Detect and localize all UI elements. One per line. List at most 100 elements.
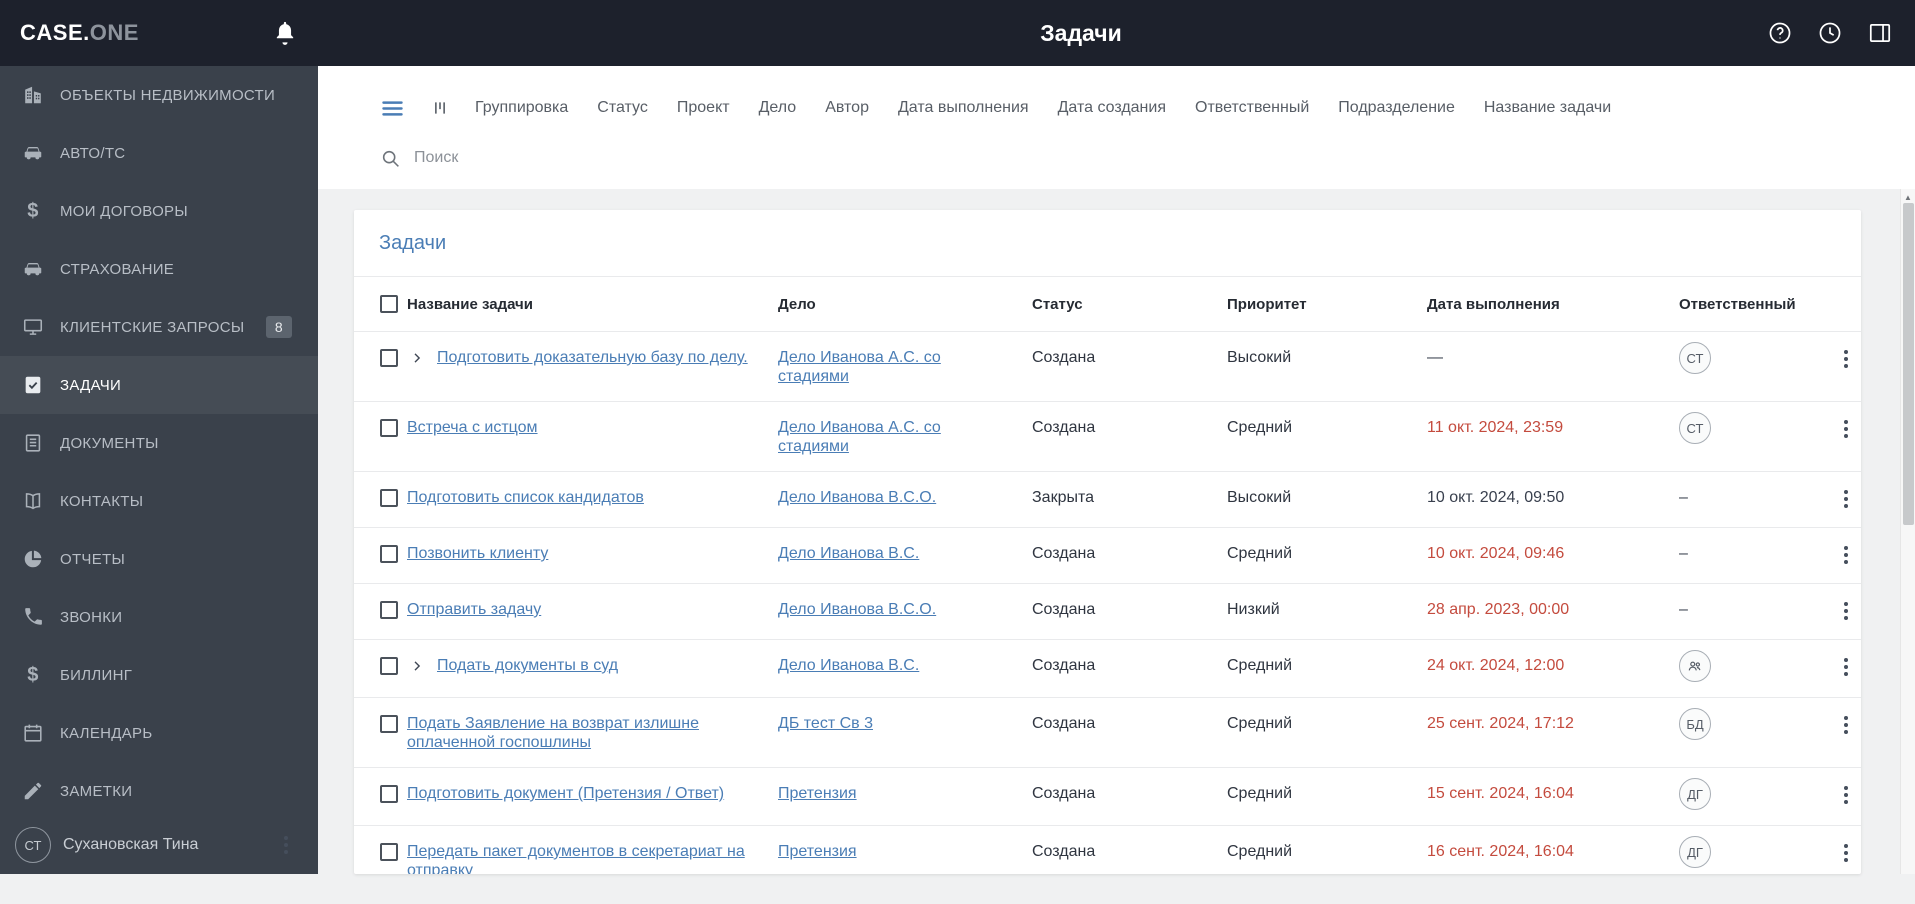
case-link[interactable]: ДБ тест Св 3 <box>778 714 992 733</box>
scrollbar[interactable]: ▲ <box>1900 189 1915 874</box>
row-checkbox[interactable] <box>380 349 398 367</box>
sidebar-item-billing[interactable]: $ БИЛЛИНГ <box>0 646 318 704</box>
pie-icon <box>22 548 44 570</box>
assignee-avatar[interactable]: ДГ <box>1679 836 1711 868</box>
task-title-link[interactable]: Отправить задачу <box>407 600 541 619</box>
row-menu-kebab-icon[interactable] <box>1840 654 1852 680</box>
help-icon[interactable] <box>1767 20 1793 46</box>
sidebar-item-auto[interactable]: АВТО/ТС <box>0 124 318 182</box>
sidebar-item-notes[interactable]: ЗАМЕТКИ <box>0 762 318 820</box>
assignee-avatar[interactable]: БД <box>1679 708 1711 740</box>
filter-2[interactable]: Проект <box>677 99 730 117</box>
sidebar-item-calls[interactable]: ЗВОНКИ <box>0 588 318 646</box>
topbar: CASE. ONE Задачи <box>0 0 1915 66</box>
task-title-link[interactable]: Подготовить документ (Претензия / Ответ) <box>407 784 724 803</box>
notifications-bell-icon[interactable] <box>271 19 299 47</box>
col-header-due-date[interactable]: Дата выполнения <box>1427 296 1679 313</box>
assignee-avatar[interactable]: СТ <box>1679 412 1711 444</box>
case-link[interactable]: Претензия <box>778 784 992 803</box>
task-title-link[interactable]: Позвонить клиенту <box>407 544 548 563</box>
sidebar-item-client-requests[interactable]: КЛИЕНТСКИЕ ЗАПРОСЫ 8 <box>0 298 318 356</box>
case-link[interactable]: Дело Иванова В.С. <box>778 544 992 563</box>
sidebar-nav: ОБЪЕКТЫ НЕДВИЖИМОСТИ АВТО/ТС $ МОИ ДОГОВОРЫ… <box>0 66 318 820</box>
case-link[interactable]: Претензия <box>778 842 992 861</box>
row-checkbox[interactable] <box>380 545 398 563</box>
user-menu-kebab-icon[interactable] <box>280 832 292 858</box>
layout-panel-icon[interactable] <box>1867 20 1893 46</box>
row-checkbox[interactable] <box>380 843 398 861</box>
status-cell: Создана <box>1032 419 1096 436</box>
row-checkbox[interactable] <box>380 657 398 675</box>
sidebar-item-insurance[interactable]: СТРАХОВАНИЕ <box>0 240 318 298</box>
sidebar-item-contracts[interactable]: $ МОИ ДОГОВОРЫ <box>0 182 318 240</box>
priority-cell: Высокий <box>1227 489 1292 506</box>
history-clock-icon[interactable] <box>1817 20 1843 46</box>
row-menu-kebab-icon[interactable] <box>1840 782 1852 808</box>
expand-chevron-icon[interactable] <box>409 658 425 674</box>
scroll-thumb[interactable] <box>1903 203 1914 525</box>
filter-9[interactable]: Название задачи <box>1484 99 1611 117</box>
filter-3[interactable]: Дело <box>759 99 797 117</box>
select-all-checkbox[interactable] <box>380 295 398 313</box>
col-header-status[interactable]: Статус <box>1032 296 1227 313</box>
col-header-case[interactable]: Дело <box>778 296 1032 313</box>
task-title-link[interactable]: Подать Заявление на возврат излишне опла… <box>407 714 748 752</box>
col-header-task-name[interactable]: Название задачи <box>407 296 778 313</box>
table-row: Подготовить доказательную базу по делу. Д… <box>354 332 1861 402</box>
sidebar-item-documents[interactable]: ДОКУМЕНТЫ <box>0 414 318 472</box>
task-title-link[interactable]: Подготовить список кандидатов <box>407 488 644 507</box>
case-link[interactable]: Дело Иванова А.С. со стадиями <box>778 348 992 386</box>
task-title-link[interactable]: Подготовить доказательную базу по делу. <box>437 348 748 367</box>
row-menu-kebab-icon[interactable] <box>1840 712 1852 738</box>
task-title-link[interactable]: Передать пакет документов в секретариат … <box>407 842 748 874</box>
assignee-avatar[interactable]: СТ <box>1679 342 1711 374</box>
case-link[interactable]: Дело Иванова В.С.О. <box>778 600 992 619</box>
logo-secondary: ONE <box>89 20 139 45</box>
sidebar-item-real-estate[interactable]: ОБЪЕКТЫ НЕДВИЖИМОСТИ <box>0 66 318 124</box>
row-menu-kebab-icon[interactable] <box>1840 416 1852 442</box>
row-checkbox[interactable] <box>380 601 398 619</box>
sidebar-item-contacts[interactable]: КОНТАКТЫ <box>0 472 318 530</box>
filter-1[interactable]: Статус <box>597 99 648 117</box>
sidebar-item-calendar[interactable]: КАЛЕНДАРЬ <box>0 704 318 762</box>
search-input[interactable] <box>414 149 834 167</box>
filter-0[interactable]: Группировка <box>475 99 568 117</box>
menu-hamburger-icon[interactable] <box>379 95 406 122</box>
task-title-link[interactable]: Подать документы в суд <box>437 656 618 675</box>
table-row: Позвонить клиенту Дело Иванова В.С. Создан… <box>354 528 1861 584</box>
col-header-priority[interactable]: Приоритет <box>1227 296 1427 313</box>
app-logo[interactable]: CASE. ONE <box>20 0 139 66</box>
topbar-actions <box>1767 0 1893 66</box>
filter-8[interactable]: Подразделение <box>1338 99 1455 117</box>
sidebar-item-label: КАЛЕНДАРЬ <box>60 724 153 742</box>
case-link[interactable]: Дело Иванова В.С.О. <box>778 488 992 507</box>
row-menu-kebab-icon[interactable] <box>1840 598 1852 624</box>
col-header-assignee[interactable]: Ответственный <box>1679 296 1830 313</box>
assignee-avatar[interactable]: ДГ <box>1679 778 1711 810</box>
row-menu-kebab-icon[interactable] <box>1840 840 1852 866</box>
assignee-group-avatar-icon[interactable] <box>1679 650 1711 682</box>
case-link[interactable]: Дело Иванова А.С. со стадиями <box>778 418 992 456</box>
column-settings-icon[interactable] <box>431 97 449 119</box>
row-checkbox[interactable] <box>380 785 398 803</box>
filter-4[interactable]: Автор <box>825 99 869 117</box>
row-menu-kebab-icon[interactable] <box>1840 542 1852 568</box>
toolbar: Группировка Статус Проект Дело Автор Дата вып… <box>318 66 1915 189</box>
filter-5[interactable]: Дата выполнения <box>898 99 1029 117</box>
status-cell: Создана <box>1032 601 1096 618</box>
row-checkbox[interactable] <box>380 715 398 733</box>
user-profile[interactable]: СТ Сухановская Тина <box>0 816 318 874</box>
expand-chevron-icon[interactable] <box>409 350 425 366</box>
sidebar-item-tasks[interactable]: ЗАДАЧИ <box>0 356 318 414</box>
card-title: Задачи <box>379 231 447 254</box>
task-title-link[interactable]: Встреча с истцом <box>407 418 538 437</box>
row-menu-kebab-icon[interactable] <box>1840 346 1852 372</box>
case-link[interactable]: Дело Иванова В.С. <box>778 656 992 675</box>
row-checkbox[interactable] <box>380 419 398 437</box>
row-checkbox[interactable] <box>380 489 398 507</box>
sidebar-item-reports[interactable]: ОТЧЕТЫ <box>0 530 318 588</box>
filter-6[interactable]: Дата создания <box>1058 99 1166 117</box>
filter-7[interactable]: Ответственный <box>1195 99 1309 117</box>
scroll-up-arrow-icon[interactable]: ▲ <box>1901 189 1915 202</box>
row-menu-kebab-icon[interactable] <box>1840 486 1852 512</box>
